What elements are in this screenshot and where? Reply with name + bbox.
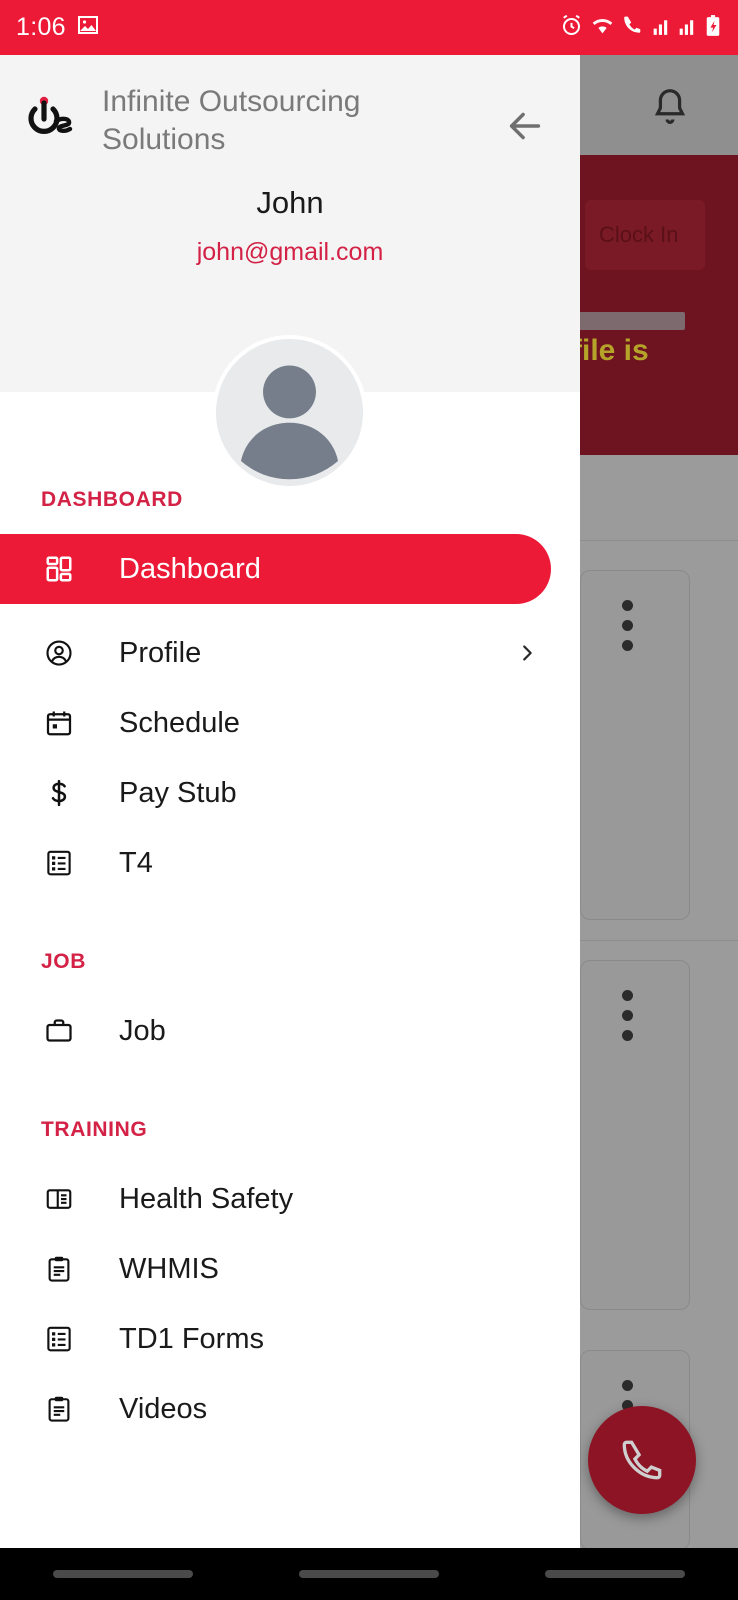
recents-nav-button[interactable] [545, 1570, 685, 1578]
more-vertical-icon[interactable] [622, 600, 634, 660]
navigation-drawer: Infinite Outsourcing Solutions John john… [0, 55, 580, 1520]
menu-item-label: WHMIS [119, 1252, 219, 1285]
brand-row: Infinite Outsourcing Solutions [0, 55, 580, 159]
background-hero-text: file is [572, 334, 649, 367]
phone-icon [622, 1440, 662, 1480]
background-divider [560, 540, 738, 541]
person-circle-icon [41, 635, 77, 671]
status-bar-left: 1:06 [16, 13, 100, 42]
clipboard-icon [41, 1391, 77, 1427]
menu-item-dashboard[interactable]: Dashboard [0, 534, 551, 604]
status-bar-clock: 1:06 [16, 13, 66, 41]
menu-item-label: TD1 Forms [119, 1322, 264, 1355]
background-divider [560, 940, 738, 941]
menu-item-whmis[interactable]: WHMIS [0, 1234, 580, 1304]
signal-1-icon [652, 13, 672, 43]
avatar[interactable] [212, 335, 367, 490]
default-person-avatar [216, 339, 363, 486]
notification-bell-icon[interactable] [645, 85, 695, 131]
menu-item-label: Pay Stub [119, 776, 237, 809]
arrow-left-icon [509, 112, 541, 140]
wifi-icon [590, 13, 615, 43]
status-bar: 1:06 [0, 0, 738, 55]
menu-item-label: Schedule [119, 706, 240, 739]
article-book-icon [41, 1181, 77, 1217]
menu-item-label: Videos [119, 1392, 208, 1425]
clock-in-button[interactable]: Clock In [585, 200, 705, 270]
menu-item-schedule[interactable]: Schedule [0, 688, 580, 758]
menu-item-profile[interactable]: Profile [0, 618, 580, 688]
menu-item-label: Health Safety [119, 1182, 294, 1215]
battery-charging-icon [704, 13, 722, 43]
call-fab-button[interactable] [588, 1406, 696, 1514]
list-document-icon [41, 845, 77, 881]
status-bar-right [559, 13, 722, 43]
menu-item-t4[interactable]: T4 [0, 828, 580, 898]
avatar-image [216, 339, 363, 486]
home-nav-button[interactable] [299, 1570, 439, 1578]
section-title-job: JOB [41, 950, 86, 973]
background-card[interactable] [580, 570, 690, 920]
clipboard-icon [41, 1251, 77, 1287]
grid-dashboard-icon [41, 551, 77, 587]
android-navigation-bar [0, 1548, 738, 1600]
call-wifi-icon [621, 13, 646, 43]
menu-item-label: Job [119, 1014, 166, 1047]
briefcase-icon [41, 1013, 77, 1049]
more-vertical-icon[interactable] [622, 990, 634, 1050]
menu-item-label: Profile [119, 636, 202, 669]
section-title-training: TRAINING [41, 1118, 148, 1141]
image-icon [76, 13, 100, 42]
user-email: john@gmail.com [196, 238, 384, 266]
menu-item-label: T4 [119, 846, 153, 879]
background-progress-bar [575, 312, 685, 330]
menu-item-label: Dashboard [119, 552, 261, 585]
back-nav-button[interactable] [53, 1570, 193, 1578]
dollar-icon [41, 775, 77, 811]
user-name: John [256, 185, 324, 220]
signal-2-icon [678, 13, 698, 43]
back-arrow-button[interactable] [502, 103, 548, 149]
drawer-bottom-fill [0, 1520, 580, 1548]
calendar-icon [41, 705, 77, 741]
alarm-icon [559, 13, 584, 43]
power-s-logo-icon [24, 87, 82, 149]
menu-item-pay-stub[interactable]: Pay Stub [0, 758, 580, 828]
menu-item-videos[interactable]: Videos [0, 1374, 580, 1444]
section-title-dashboard: DASHBOARD [41, 488, 183, 511]
brand-title: Infinite Outsourcing Solutions [102, 85, 361, 156]
chevron-right-icon[interactable] [516, 642, 538, 664]
menu-item-td1-forms[interactable]: TD1 Forms [0, 1304, 580, 1374]
menu-item-job[interactable]: Job [0, 996, 580, 1066]
background-card[interactable] [580, 960, 690, 1310]
menu-item-health-safety[interactable]: Health Safety [0, 1164, 580, 1234]
list-document-icon [41, 1321, 77, 1357]
drawer-menu: DASHBOARD Dashboard Profile Schedule Pay… [0, 392, 580, 1444]
